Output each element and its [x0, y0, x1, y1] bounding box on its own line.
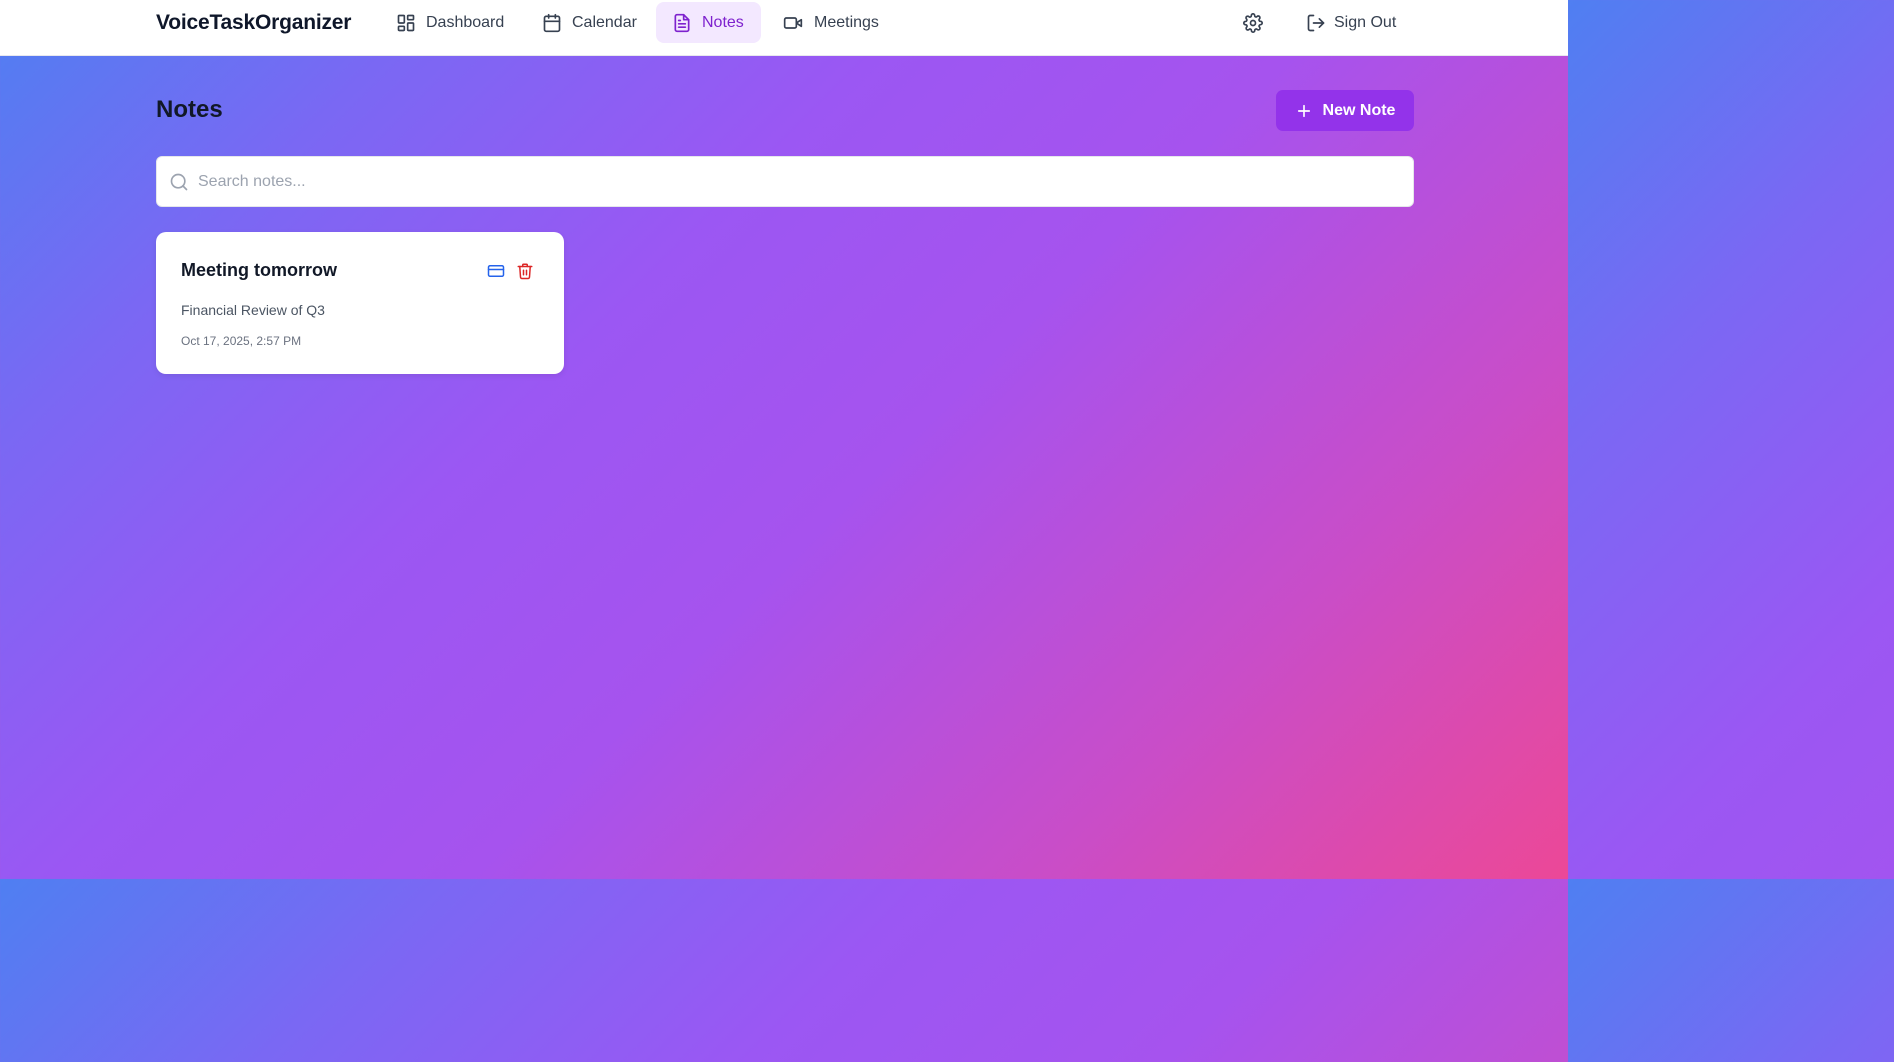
search-icon: [170, 173, 188, 191]
search-box: [156, 156, 1414, 207]
sign-out-label: Sign Out: [1334, 13, 1397, 31]
nav-item-label: Dashboard: [426, 13, 505, 31]
top-navigation-bar: VoiceTaskOrganizer Dashboard Calendar No…: [0, 0, 1568, 56]
calendar-icon: [543, 13, 561, 32]
logout-icon: [1307, 14, 1325, 31]
nav-item-calendar[interactable]: Calendar: [526, 2, 653, 43]
edit-note-button[interactable]: [485, 260, 507, 282]
delete-note-button[interactable]: [514, 260, 536, 282]
gear-icon: [1243, 13, 1263, 33]
plus-icon: [1297, 104, 1310, 117]
new-note-label: New Note: [1322, 101, 1396, 119]
document-icon: [674, 13, 690, 32]
nav-item-label: Meetings: [814, 13, 879, 31]
nav-item-label: Notes: [702, 13, 744, 31]
note-title: Meeting tomorrow: [181, 260, 337, 280]
app-brand[interactable]: VoiceTaskOrganizer: [156, 11, 351, 35]
note-card[interactable]: Meeting tomorrow Financial Review of Q3 …: [156, 232, 564, 374]
nav-item-dashboard[interactable]: Dashboard: [380, 2, 520, 43]
new-note-button[interactable]: New Note: [1276, 90, 1414, 131]
edit-icon: [487, 265, 505, 277]
note-body: Financial Review of Q3: [181, 302, 325, 318]
trash-icon: [517, 263, 533, 280]
video-camera-icon: [783, 16, 803, 29]
page-title: Notes: [156, 96, 223, 123]
nav-item-notes[interactable]: Notes: [656, 2, 761, 43]
search-input[interactable]: [198, 157, 1398, 206]
nav-item-meetings[interactable]: Meetings: [766, 2, 895, 43]
nav-item-label: Calendar: [572, 13, 637, 31]
dashboard-grid-icon: [397, 14, 415, 31]
settings-button[interactable]: [1236, 6, 1270, 40]
sign-out-button[interactable]: Sign Out: [1292, 2, 1410, 43]
note-date: Oct 17, 2025, 2:57 PM: [181, 334, 302, 348]
